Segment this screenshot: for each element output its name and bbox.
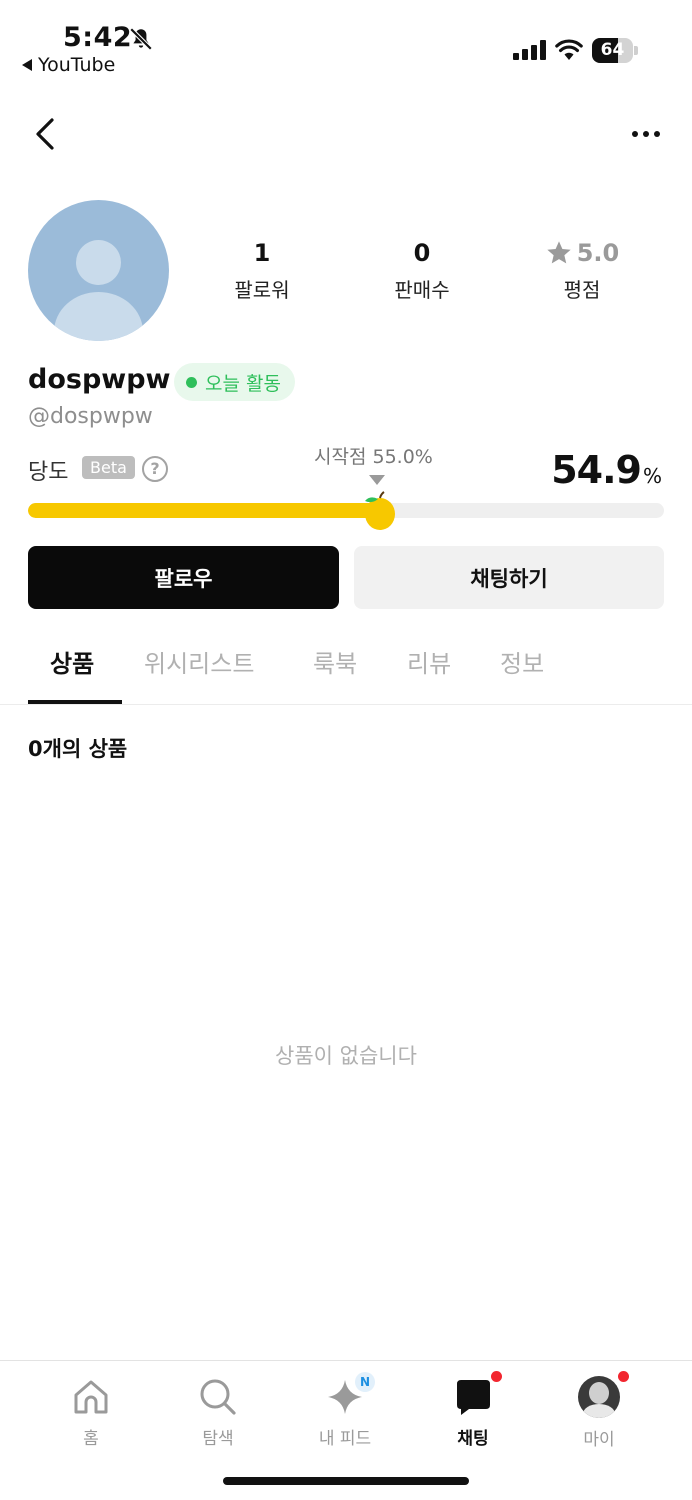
help-icon[interactable]: ? — [142, 456, 168, 482]
chat-button[interactable]: 채팅하기 — [354, 546, 664, 609]
product-count-number: 0 — [28, 737, 43, 761]
my-avatar-icon — [578, 1376, 620, 1418]
profile-avatar[interactable] — [28, 200, 169, 341]
tabbar-explore[interactable]: 탐색 — [168, 1375, 268, 1449]
apple-icon — [365, 491, 396, 530]
new-badge: N — [355, 1372, 375, 1392]
tab-reviews[interactable]: 리뷰 — [407, 644, 451, 679]
sales-count: 0 — [413, 239, 431, 267]
follow-button[interactable]: 팔로우 — [28, 546, 339, 609]
my-notification-dot — [618, 1371, 629, 1382]
tabbar-feed-label: 내 피드 — [318, 1429, 372, 1449]
battery-percent: 64 — [600, 40, 625, 60]
cellular-signal-icon — [513, 40, 546, 60]
tabbar-explore-label: 탐색 — [202, 1429, 234, 1449]
active-tab-indicator — [28, 700, 122, 704]
bell-muted-icon — [129, 27, 153, 51]
sales-stat: 0 판매수 — [352, 236, 492, 303]
battery-indicator: 64 — [592, 38, 638, 63]
beta-badge: Beta — [82, 456, 135, 479]
back-app-label: YouTube — [38, 54, 116, 76]
dangdo-progress-fill — [28, 503, 378, 518]
tab-wishlist[interactable]: 위시리스트 — [144, 644, 254, 679]
dangdo-label: 당도 — [28, 460, 69, 485]
back-triangle-icon — [22, 59, 32, 71]
username: dospwpw — [28, 364, 171, 395]
sales-label: 판매수 — [394, 278, 450, 302]
tabbar-home[interactable]: 홈 — [41, 1375, 141, 1449]
rating-label: 평점 — [563, 278, 601, 302]
star-icon — [547, 241, 571, 264]
tabbar-my[interactable]: 마이 — [549, 1371, 649, 1450]
tabbar-chat[interactable]: 채팅 — [423, 1371, 523, 1449]
dangdo-score: 54.9 % — [551, 448, 662, 492]
more-options-icon[interactable] — [620, 118, 672, 150]
empty-state-message: 상품이 없습니다 — [275, 1044, 417, 1068]
back-to-app-link[interactable]: YouTube — [22, 54, 115, 76]
profile-tabs: 상품 위시리스트 룩북 리뷰 정보 — [0, 630, 692, 705]
followers-label: 팔로워 — [234, 278, 290, 302]
followers-stat[interactable]: 1 팔로워 — [192, 236, 332, 303]
followers-count: 1 — [253, 239, 271, 267]
tabbar-my-label: 마이 — [583, 1430, 615, 1450]
home-icon — [74, 1380, 108, 1414]
activity-badge-label: 오늘 활동 — [205, 372, 281, 395]
product-count-text: 개의 상품 — [42, 737, 128, 761]
dangdo-score-value: 54.9 — [551, 448, 642, 492]
tab-products[interactable]: 상품 — [50, 644, 94, 679]
start-point-label: 시작점 55.0% — [314, 446, 433, 468]
dangdo-score-unit: % — [642, 464, 662, 488]
tab-info[interactable]: 정보 — [500, 644, 544, 679]
home-indicator — [223, 1477, 469, 1485]
back-arrow-icon[interactable] — [28, 112, 68, 156]
user-handle: @dospwpw — [28, 404, 153, 429]
active-dot-icon — [186, 376, 197, 388]
tabbar-chat-label: 채팅 — [457, 1429, 489, 1449]
wifi-icon — [555, 39, 583, 60]
search-icon — [200, 1379, 236, 1415]
chat-notification-dot — [491, 1371, 502, 1382]
rating-stat[interactable]: 5.0 평점 — [512, 236, 652, 303]
dangdo-progress-bar — [28, 503, 664, 518]
rating-value: 5.0 — [576, 239, 620, 267]
start-point-marker-icon — [369, 475, 385, 485]
tab-lookbook[interactable]: 룩북 — [313, 644, 357, 679]
tabbar-feed[interactable]: N 내 피드 — [295, 1372, 395, 1449]
activity-badge: 오늘 활동 — [174, 363, 295, 401]
status-time: 5:42 — [63, 22, 133, 53]
product-count: 0개의 상품 — [28, 733, 127, 763]
chat-icon — [457, 1380, 490, 1415]
tabbar-home-label: 홈 — [83, 1429, 99, 1449]
